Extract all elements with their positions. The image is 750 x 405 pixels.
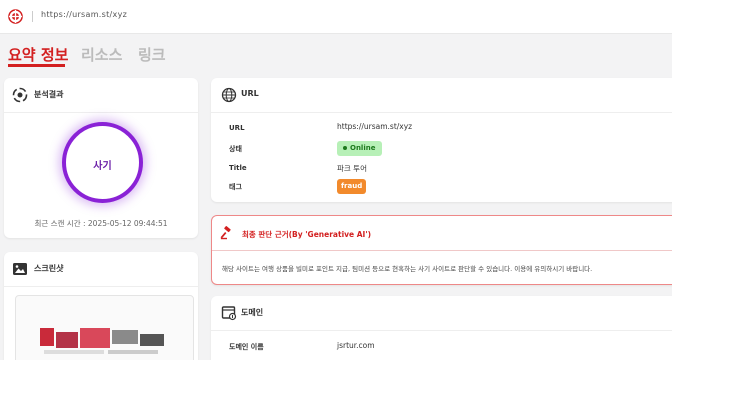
tag-badge: fraud <box>337 179 367 194</box>
verdict-card: 최종 판단 근거(By 'Generative AI') 해당 사이트는 여행 … <box>211 215 672 285</box>
divider <box>32 11 33 22</box>
field-label-url: URL <box>229 124 245 132</box>
domain-icon <box>221 306 237 321</box>
thumbnail-block <box>56 332 78 348</box>
tab-links[interactable]: 링크 <box>138 44 166 65</box>
logo-icon[interactable] <box>8 9 23 24</box>
field-value-title: 파크 투어 <box>337 164 367 173</box>
scanned-url-text: https://ursam.st/xyz <box>41 10 128 19</box>
thumbnail-block <box>80 328 110 348</box>
verdict-card-header: 최종 판단 근거(By 'Generative AI') <box>212 216 672 251</box>
thumbnail-block <box>40 328 54 346</box>
field-value-url: https://ursam.st/xyz <box>337 122 413 131</box>
analysis-icon <box>12 87 28 103</box>
tab-summary[interactable]: 요약 정보 <box>8 44 68 65</box>
screenshot-card-title: 스크린샷 <box>34 264 64 273</box>
domain-card: 도메인 도메인 이름 jsrtur.com <box>211 296 672 360</box>
verdict-card-title: 최종 판단 근거(By 'Generative AI') <box>242 230 372 239</box>
top-bar: https://ursam.st/xyz <box>0 0 672 34</box>
status-badge-label: Online <box>350 144 376 152</box>
field-label-title: Title <box>229 164 247 172</box>
status-dot-icon <box>343 146 347 150</box>
status-badge: Online <box>337 141 383 156</box>
image-icon <box>13 263 27 275</box>
analysis-card-header: 분석결과 <box>4 78 198 113</box>
screenshot-card-header: 스크린샷 <box>4 252 198 287</box>
domain-card-header: 도메인 <box>211 296 672 331</box>
last-scan-time: 최근 스캔 시간 : 2025-05-12 09:44:51 <box>34 219 168 228</box>
active-tab-indicator <box>8 64 65 67</box>
thumbnail-block <box>108 350 158 354</box>
domain-card-title: 도메인 <box>241 308 264 317</box>
url-card-title: URL <box>241 89 259 98</box>
app-window: https://ursam.st/xyz 요약 정보 리소스 링크 분석결과 사… <box>0 0 672 360</box>
field-label-tag: 태그 <box>229 183 242 191</box>
thumbnail-block <box>112 330 138 344</box>
gavel-icon <box>220 226 231 240</box>
verdict-result: 사기 <box>93 161 112 172</box>
url-card: URL URL https://ursam.st/xyz 상태 Online T… <box>211 78 672 202</box>
screenshot-card: 스크린샷 <box>4 252 198 360</box>
globe-icon <box>221 87 237 103</box>
verdict-reason-text: 해당 사이트는 여행 상품을 빌미로 포인트 지급, 팀미션 등으로 현혹하는 … <box>222 265 593 273</box>
thumbnail-block <box>140 334 164 346</box>
tab-resources[interactable]: 리소스 <box>81 44 122 65</box>
verdict-circle: 사기 <box>62 122 143 203</box>
analysis-card: 분석결과 사기 최근 스캔 시간 : 2025-05-12 09:44:51 <box>4 78 198 238</box>
field-label-status: 상태 <box>229 145 242 153</box>
site-screenshot-thumbnail[interactable] <box>15 295 194 360</box>
analysis-card-title: 분석결과 <box>34 90 64 99</box>
thumbnail-block <box>44 350 104 354</box>
url-card-header: URL <box>211 78 672 113</box>
field-value-domain-name: jsrtur.com <box>337 341 375 350</box>
field-label-domain-name: 도메인 이름 <box>229 343 264 351</box>
